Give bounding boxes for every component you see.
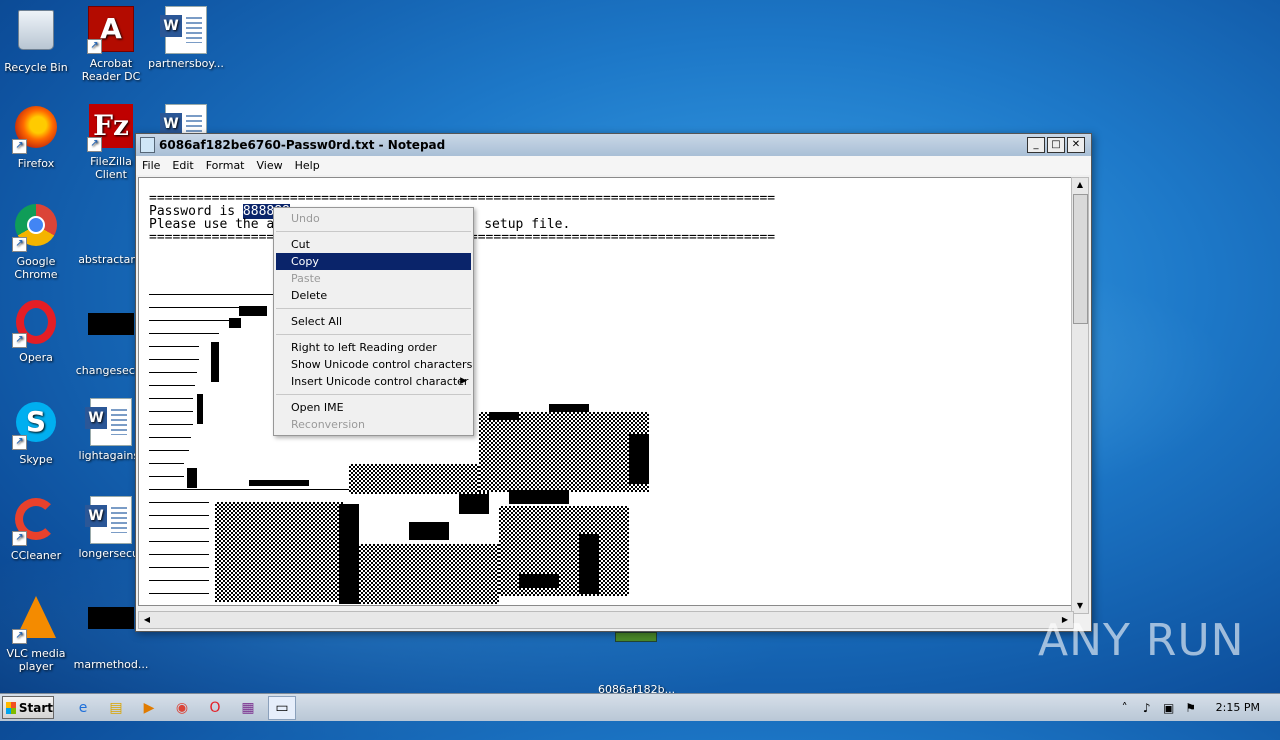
start-button[interactable]: Start [2,696,54,719]
desktop-icon-label: Google Chrome [14,255,58,281]
opera-icon: ↗ [12,300,60,348]
menu-rtl-reading-order[interactable]: Right to left Reading order [274,339,473,356]
desktop-icon-label: Acrobat Reader DC [81,57,141,83]
menu-edit[interactable]: Edit [166,156,199,175]
desktop-icon-label: CCleaner [10,549,62,562]
close-button[interactable]: ✕ [1067,137,1085,153]
menu-separator [276,308,471,309]
media-player-icon[interactable]: ▶ [136,697,162,719]
maximize-button[interactable]: □ [1047,137,1065,153]
desktop-icon-label: Firefox [17,157,55,170]
desktop-icon-vlc[interactable]: ↗ VLC media player [0,594,74,673]
scroll-thumb[interactable] [1073,194,1088,324]
acrobat-icon: A ↗ [87,6,135,54]
notepad-icon [140,137,155,153]
menu-insert-unicode-label: Insert Unicode control character [291,375,469,388]
vlc-icon: ↗ [12,596,60,644]
skype-icon: S ↗ [12,402,60,450]
menu-view[interactable]: View [251,156,289,175]
scroll-left-arrow-icon[interactable]: ◀ [139,612,155,628]
menu-open-ime[interactable]: Open IME [274,399,473,416]
notepad-taskbar-icon[interactable]: ▭ [268,695,296,720]
desktop-icon-ccleaner[interactable]: ↗ CCleaner [0,496,74,562]
system-tray: ˄ ♪ ▣ ⚑ 2:15 PM [1116,694,1280,721]
chrome-taskbar-icon[interactable]: ◉ [169,697,195,719]
file-icon [612,632,660,680]
menu-undo[interactable]: Undo [274,210,473,227]
filezilla-icon: Fz ↗ [87,104,135,152]
scroll-up-arrow-icon[interactable]: ▲ [1072,178,1088,192]
clock[interactable]: 2:15 PM [1204,701,1280,714]
volume-icon[interactable]: ♪ [1138,701,1156,715]
anyrun-watermark: ANY RUN [1038,615,1245,666]
menu-separator [276,394,471,395]
windows-flag-icon [6,701,16,714]
taskbar: Start e ▤ ▶ ◉ O ▦ ▭ ˄ ♪ ▣ ⚑ 2:15 PM [0,693,1280,721]
ie-icon[interactable]: e [70,697,96,719]
word-doc-icon: W [85,496,135,544]
desktop-icon-opera[interactable]: ↗ Opera [0,300,74,364]
desktop-icon-chrome[interactable]: ↗ Google Chrome [0,202,74,281]
menu-help[interactable]: Help [289,156,326,175]
context-menu: Undo Cut Copy Paste Delete Select All Ri… [273,207,474,436]
recycle-bin-icon [12,10,60,58]
desktop-icon-firefox[interactable]: ↗ Firefox [0,104,74,170]
menu-insert-unicode[interactable]: Insert Unicode control character ▶ [274,373,473,390]
menu-separator [276,231,471,232]
desktop-icon-label: Skype [19,453,53,466]
explorer-icon[interactable]: ▤ [103,697,129,719]
ccleaner-icon: ↗ [12,498,60,546]
menu-separator [276,334,471,335]
menu-copy[interactable]: Copy [276,253,471,270]
desktop-icon-skype[interactable]: S ↗ Skype [0,398,74,466]
winrar-icon[interactable]: ▦ [235,697,261,719]
menu-delete[interactable]: Delete [274,287,473,304]
menu-bar: File Edit Format View Help [136,156,1091,175]
menu-cut[interactable]: Cut [274,236,473,253]
menu-format[interactable]: Format [200,156,251,175]
action-center-flag-icon[interactable]: ⚑ [1182,701,1200,715]
start-label: Start [18,700,53,715]
desktop-icon-label: Opera [19,351,53,364]
menu-reconversion[interactable]: Reconversion [274,416,473,433]
window-title: 6086af182be6760-Passw0rd.txt - Notepad [159,138,446,152]
scroll-down-arrow-icon[interactable]: ▼ [1072,599,1088,613]
desktop-icon-label: Recycle Bin [4,61,68,74]
word-doc-icon: W [160,6,210,54]
window-titlebar[interactable]: 6086af182be6760-Passw0rd.txt - Notepad _… [136,134,1091,156]
desktop-icon-label: marmethod... [73,658,149,671]
menu-paste[interactable]: Paste [274,270,473,287]
desktop-icon-acrobat[interactable]: A ↗ Acrobat Reader DC [73,6,149,83]
minimize-button[interactable]: _ [1027,137,1045,153]
menu-select-all[interactable]: Select All [274,313,473,330]
opera-taskbar-icon[interactable]: O [202,697,228,719]
network-icon[interactable]: ▣ [1160,701,1178,715]
desktop-icon-recycle-bin[interactable]: Recycle Bin [0,6,74,74]
word-doc-icon: W [85,398,135,446]
file-icon [87,313,135,361]
submenu-arrow-icon: ▶ [460,376,467,386]
firefox-icon: ↗ [12,106,60,154]
horizontal-scrollbar[interactable]: ◀ ▶ [138,611,1074,629]
file-icon [87,202,135,250]
desktop-icon-partnersboy[interactable]: W partnersboy... [148,6,224,70]
desktop-icon-label: VLC media player [6,647,66,673]
menu-show-unicode[interactable]: Show Unicode control characters [274,356,473,373]
chrome-icon: ↗ [12,204,60,252]
show-hidden-icons-icon[interactable]: ˄ [1116,701,1134,715]
file-icon [87,607,135,655]
menu-file[interactable]: File [136,156,166,175]
desktop-icon-label: partnersboy... [148,57,224,70]
vertical-scrollbar[interactable]: ▲ ▼ [1071,177,1089,614]
